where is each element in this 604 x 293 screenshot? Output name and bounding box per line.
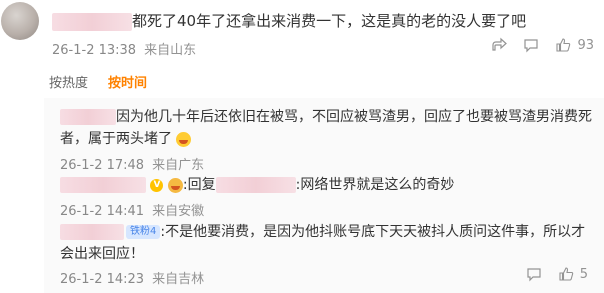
main-comment: 都死了40年了还拿出来消费一下，这是真的老的没人要了吧: [52, 10, 526, 32]
share-icon[interactable]: [491, 37, 508, 53]
reply-2-meta: 26-1-2 14:41 来自安徽: [60, 200, 204, 219]
main-comment-time: 26-1-2 13:38: [52, 43, 137, 58]
comment-icon[interactable]: [523, 37, 539, 53]
like-icon[interactable]: [555, 37, 571, 53]
commenter-avatar[interactable]: [1, 2, 39, 40]
reply-2-line: V :回复 :网络世界就是这么的奇妙: [60, 174, 454, 196]
main-comment-meta: 26-1-2 13:38 来自山东: [52, 39, 196, 58]
reply-1-user-blurred[interactable]: [60, 109, 116, 125]
reply-1-line2: 者，属于两头堵了: [60, 128, 192, 150]
reply-3-time: 26-1-2 14:23: [60, 272, 145, 287]
tab-sort-by-hot[interactable]: 按热度: [49, 72, 88, 91]
tab-sort-by-time[interactable]: 按时间: [108, 72, 147, 91]
reply-2-target-user-blurred[interactable]: [215, 177, 296, 193]
reply-3-like-count: 5: [579, 266, 588, 282]
main-comment-text: 都死了40年了还拿出来消费一下，这是真的老的没人要了吧: [132, 12, 527, 30]
main-comment-location: 来自山东: [144, 43, 197, 58]
reply-3-line2: 会出来回应！: [60, 246, 144, 262]
reply-1-location: 来自广东: [152, 158, 205, 173]
reply-2-time: 26-1-2 14:41: [60, 204, 145, 219]
reply-3-user-blurred[interactable]: [60, 224, 124, 240]
reply-3-line1: 铁粉4:不是他要消费，是因为他抖账号底下天天被抖人质问这件事，所以才: [60, 221, 585, 243]
commenter-name-blurred[interactable]: [52, 12, 132, 31]
reply-2-text: :网络世界就是这么的奇妙: [295, 177, 455, 193]
reply-1-meta: 26-1-2 17:48 来自广东: [60, 154, 204, 173]
grin-emoji-icon: [176, 131, 192, 147]
main-like-count: 93: [577, 37, 594, 53]
reply-3-actions: 5: [526, 266, 588, 282]
main-comment-actions: 93: [491, 37, 594, 53]
fan-level-badge: 铁粉4: [126, 225, 161, 239]
reply-3-meta: 26-1-2 14:23 来自吉林: [60, 268, 204, 287]
reply-comment-icon[interactable]: [526, 266, 542, 282]
verified-badge-icon: V: [150, 178, 164, 192]
fan-badge-icon: [167, 177, 183, 193]
reply-1-time: 26-1-2 17:48: [60, 158, 145, 173]
reply-1-line1: 因为他几十年后还依旧在被骂，不回应被骂渣男，回应了也要被骂渣男消费死: [60, 106, 592, 128]
reply-2-user-blurred[interactable]: [60, 177, 146, 193]
reply-like-icon[interactable]: [558, 266, 574, 282]
reply-3-location: 来自吉林: [152, 272, 205, 287]
reply-2-reply-label: :回复: [182, 177, 216, 193]
reply-2-location: 来自安徽: [152, 204, 205, 219]
